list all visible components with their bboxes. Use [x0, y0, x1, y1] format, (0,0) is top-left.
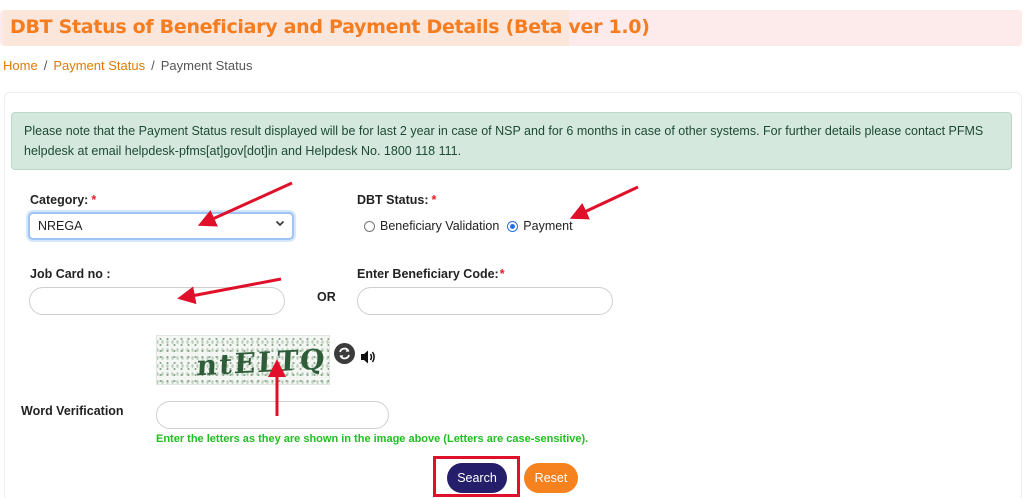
- word-verification-input[interactable]: [156, 401, 389, 429]
- radio-payment[interactable]: [507, 220, 519, 232]
- radio-beneficiary-validation[interactable]: [364, 220, 375, 232]
- refresh-icon[interactable]: [334, 343, 355, 364]
- beneficiary-code-input[interactable]: [357, 287, 613, 315]
- speaker-icon[interactable]: [360, 349, 378, 365]
- breadcrumb-home-link[interactable]: Home: [3, 58, 38, 73]
- breadcrumb: Home / Payment Status / Payment Status: [3, 58, 253, 73]
- dbt-status-label-text: DBT Status:: [357, 193, 429, 207]
- breadcrumb-separator: /: [43, 58, 48, 73]
- word-verification-label: Word Verification: [21, 404, 124, 418]
- captcha-hint: Enter the letters as they are shown in t…: [156, 433, 589, 445]
- notice-alert: Please note that the Payment Status resu…: [11, 112, 1012, 170]
- dbt-status-radio-group: Beneficiary Validation Payment: [364, 219, 581, 233]
- radio-beneficiary-validation-label[interactable]: Beneficiary Validation: [380, 219, 499, 233]
- category-label: Category: *: [30, 193, 96, 207]
- captcha-image: ntELTQ: [156, 335, 330, 385]
- required-mark: *: [431, 193, 437, 207]
- beneficiary-code-label: Enter Beneficiary Code:*: [357, 267, 505, 281]
- radio-payment-label[interactable]: Payment: [523, 219, 572, 233]
- category-label-text: Category:: [30, 193, 89, 207]
- breadcrumb-separator: /: [151, 58, 155, 73]
- required-mark: *: [91, 193, 97, 207]
- page-title: DBT Status of Beneficiary and Payment De…: [10, 16, 650, 38]
- search-button[interactable]: Search: [447, 463, 507, 493]
- job-card-input[interactable]: [29, 287, 285, 315]
- category-select[interactable]: NREGA: [28, 212, 294, 240]
- captcha-text: ntELTQ: [195, 342, 328, 383]
- reset-button[interactable]: Reset: [524, 463, 578, 493]
- chevron-down-icon: [275, 218, 285, 231]
- job-card-label: Job Card no :: [30, 267, 111, 281]
- required-mark: *: [499, 267, 505, 281]
- breadcrumb-current: Payment Status: [160, 58, 253, 73]
- category-selected-value: NREGA: [38, 219, 83, 233]
- breadcrumb-payment-status-link[interactable]: Payment Status: [53, 58, 145, 73]
- dbt-status-label: DBT Status: *: [357, 193, 436, 207]
- beneficiary-code-label-text: Enter Beneficiary Code:: [357, 267, 499, 281]
- or-separator: OR: [317, 290, 336, 304]
